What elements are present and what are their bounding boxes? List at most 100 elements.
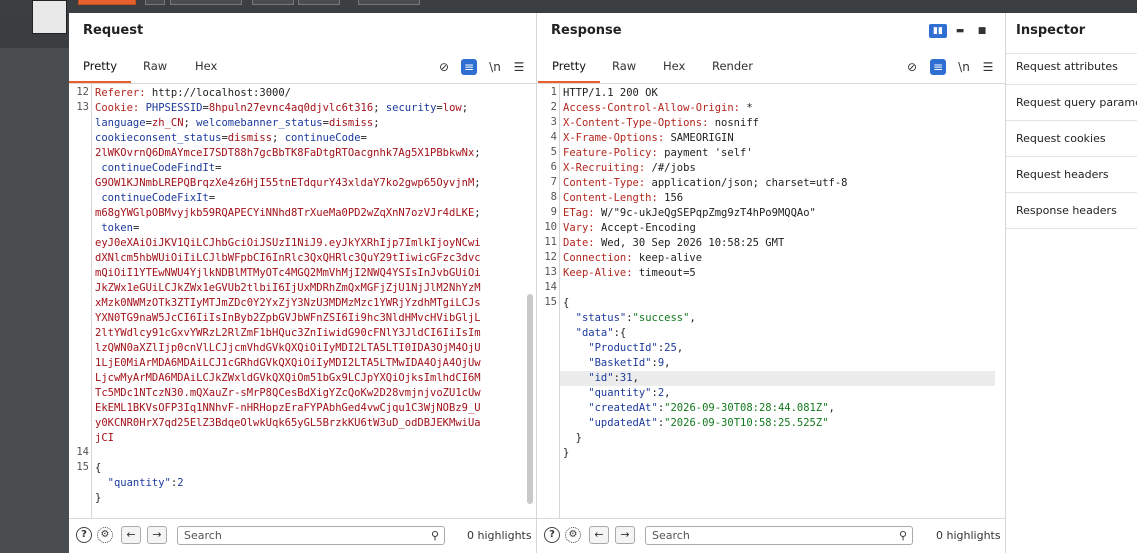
request-title: Request [83,23,144,38]
previous-match-button[interactable]: ← [589,526,609,544]
code-line[interactable]: Content-Type: application/json; charset=… [563,176,847,191]
toolbar-button-edge[interactable] [252,0,294,5]
code-line[interactable]: 2ltYWdlcy91cGxvYWRzL2RlZmF1bHQuc3ZnIiwid… [95,326,481,341]
search-input[interactable]: Search ⚲ [645,526,913,545]
code-line[interactable]: dXNlcm5hbWUiOiIiLCJlbWFpbCI6InRlc3QxQHRl… [95,251,481,266]
wrap-lines-icon[interactable]: ≡ [461,59,477,75]
code-line[interactable]: cookieconsent_status = dismiss; continueCo… [95,131,367,146]
toolbar-button-edge[interactable] [358,0,420,5]
code-line[interactable]: Vary: Accept-Encoding [563,221,696,236]
tab-hex[interactable]: Hex [663,59,685,73]
search-input[interactable]: Search ⚲ [177,526,445,545]
code-line[interactable]: YXN0TG9naW5JcCI6IiIsInByb2ZpbGVJbWFnZSI6… [95,311,481,326]
eye-slash-icon[interactable]: ⊘ [436,59,452,75]
inspector-request-query-parameters[interactable]: Request query parameters [1016,96,1137,109]
code-line[interactable]: jCI [95,431,114,446]
layout-split-vertical-icon[interactable]: ▮▮ [929,24,947,38]
tab-pretty[interactable]: Pretty [537,59,601,83]
code-line[interactable]: Feature-Policy: payment 'self' [563,146,753,161]
newline-icon[interactable]: \n [956,59,972,75]
inspector-request-headers[interactable]: Request headers [1016,168,1109,181]
code-line[interactable]: "createdAt":"2026-09-30T08:28:44.081Z", [563,401,835,416]
code-line[interactable]: Referer: http://localhost:3000/ [95,86,291,101]
toolbar-button-edge[interactable] [170,0,242,5]
previous-match-button[interactable]: ← [121,526,141,544]
code-line[interactable]: Cookie: PHPSESSID=8hpuln27evnc4aq0djvlc6… [95,101,468,116]
code-line[interactable]: token= [95,221,139,236]
code-line[interactable]: m68gYWGlpOBMvyjkb59RQAPECYiNNhd8TrXueMa0… [95,206,481,221]
code-token: eyJ0eXAiOiJKV1QiLCJhbGciOiJSUzI1NiJ9.eyJ… [95,237,481,249]
tab-raw[interactable]: Raw [143,59,167,73]
code-token: EkEML1BKVsOFP3Iq1NNhvF-nHRHopzEraFYPAbhG… [95,402,481,414]
code-line[interactable]: } [95,491,101,506]
gear-icon[interactable]: ⚙ [565,527,581,543]
code-line[interactable]: Content-Length: 156 [563,191,683,206]
code-line[interactable]: "status":"success", [563,311,696,326]
inspector-request-cookies[interactable]: Request cookies [1016,132,1106,145]
code-line[interactable]: eyJ0eXAiOiJKV1QiLCJhbGciOiJSUzI1NiJ9.eyJ… [95,236,481,251]
hamburger-menu-icon[interactable]: ☰ [980,59,996,75]
code-line[interactable]: "data":{ [563,326,627,341]
code-line[interactable]: Access-Control-Allow-Origin: * [563,101,753,116]
layout-split-horizontal-icon[interactable]: ▬ [951,24,969,38]
code-line[interactable]: X-Recruiting: /#/jobs [563,161,696,176]
send-button-edge[interactable] [78,0,136,5]
code-line[interactable]: X-Frame-Options: SAMEORIGIN [563,131,734,146]
response-editor[interactable]: 1 HTTP/1.1 200 OK 2 Access-Control-Allow-Or… [537,84,1005,519]
wrap-lines-icon[interactable]: ≡ [930,59,946,75]
code-line[interactable]: "BasketId":9, [563,356,670,371]
code-line[interactable]: { [563,296,569,311]
help-icon[interactable]: ? [76,527,92,543]
code-line[interactable]: Date: Wed, 30 Sep 2026 10:58:25 GMT [563,236,784,251]
code-line[interactable]: Tc5MDc1NTczN30.mQXauZr-sMrP8QCesBdXigYZc… [95,386,481,401]
next-match-button[interactable]: → [147,526,167,544]
code-token: zh_CN [151,117,184,129]
eye-slash-icon[interactable]: ⊘ [904,59,920,75]
code-line[interactable]: EkEML1BKVsOFP3Iq1NNhvF-nHRHopzEraFYPAbhG… [95,401,481,416]
code-line[interactable]: } [563,431,582,446]
inspector-response-headers[interactable]: Response headers [1016,204,1117,217]
tab-hex[interactable]: Hex [195,59,217,73]
newline-icon[interactable]: \n [487,59,503,75]
layout-single-icon[interactable]: ■ [973,24,991,38]
code-line[interactable]: Keep-Alive: timeout=5 [563,266,696,281]
request-editor[interactable]: 12 Referer: http://localhost:3000/13 Cooki… [69,84,536,519]
code-line[interactable]: mQiOiI1YTEwNWU4YjlkNDBlMTMyOTc4MGQ2MmVhM… [95,266,481,281]
code-line[interactable]: X-Content-Type-Options: nosniff [563,116,759,131]
inspector-request-attributes[interactable]: Request attributes [1016,60,1118,73]
help-icon[interactable]: ? [544,527,560,543]
code-line[interactable]: lzQWN0aXZlIjp0cnVlLCJjcmVhdGVkQXQiOiIyMD… [95,341,481,356]
tab-pretty[interactable]: Pretty [68,59,132,83]
code-line[interactable]: "updatedAt":"2026-09-30T10:58:25.525Z" [563,416,828,431]
code-line[interactable]: "id":31, [563,371,639,386]
divider [1006,84,1137,85]
hamburger-menu-icon[interactable]: ☰ [511,59,527,75]
code-line[interactable]: continueCodeFindIt= [95,161,221,176]
tab-raw[interactable]: Raw [612,59,636,73]
code-line[interactable]: LjcwMyArMDA6MDAiLCJkZWxldGVkQXQiOm51bGx9… [95,371,481,386]
next-match-button[interactable]: → [615,526,635,544]
tab-render[interactable]: Render [712,59,753,73]
request-scrollbar[interactable] [527,294,533,504]
code-line[interactable]: "ProductId":25, [563,341,683,356]
code-line[interactable]: xMzk0NWMzOTk3ZTIyMTJmZDc0Y2YxZjY3NzU3MDM… [95,296,481,311]
request-panel: Request Pretty Raw Hex ⊘ ≡ \n ☰ 12 Refere… [68,13,537,553]
code-token: G9OW1KJNmbLREPQBrqzXe4z6HjI55tnETdqurY43… [95,177,475,189]
code-line[interactable]: continueCodeFixIt= [95,191,215,206]
code-line[interactable]: language=zh_CN; welcomebanner_status=dis… [95,116,380,131]
code-line[interactable]: y0KCNR0HrX7qd25ElZ3BdqeOlwkUqk65yGL5Brzk… [95,416,481,431]
code-line[interactable]: 2lWKOvrnQ6DmAYmceI7SDT88h7gcBbTK8FaDtgRT… [95,146,481,161]
code-line[interactable]: "quantity":2 [95,476,184,491]
code-line[interactable]: ETag: W/"9c-ukJeQgSEPqpZmg9zT4hPo9MQQAo" [563,206,816,221]
code-line[interactable]: HTTP/1.1 200 OK [563,86,658,101]
toolbar-button-edge[interactable] [298,0,340,5]
code-line[interactable]: G9OW1KJNmbLREPQBrqzXe4z6HjI55tnETdqurY43… [95,176,481,191]
code-line[interactable]: JkZWx1eGUiLCJkZWx1eGVUb2tlbiI6IjUxMDRhZm… [95,281,481,296]
code-line[interactable]: Connection: keep-alive [563,251,702,266]
gear-icon[interactable]: ⚙ [97,527,113,543]
code-line[interactable]: 1LjE0MiArMDA6MDAiLCJ1cGRhdGVkQXQiOiIyMDI… [95,356,481,371]
toolbar-button-edge[interactable] [145,0,165,5]
code-line[interactable]: { [95,461,101,476]
code-line[interactable]: } [563,446,569,461]
code-line[interactable]: "quantity":2, [563,386,670,401]
